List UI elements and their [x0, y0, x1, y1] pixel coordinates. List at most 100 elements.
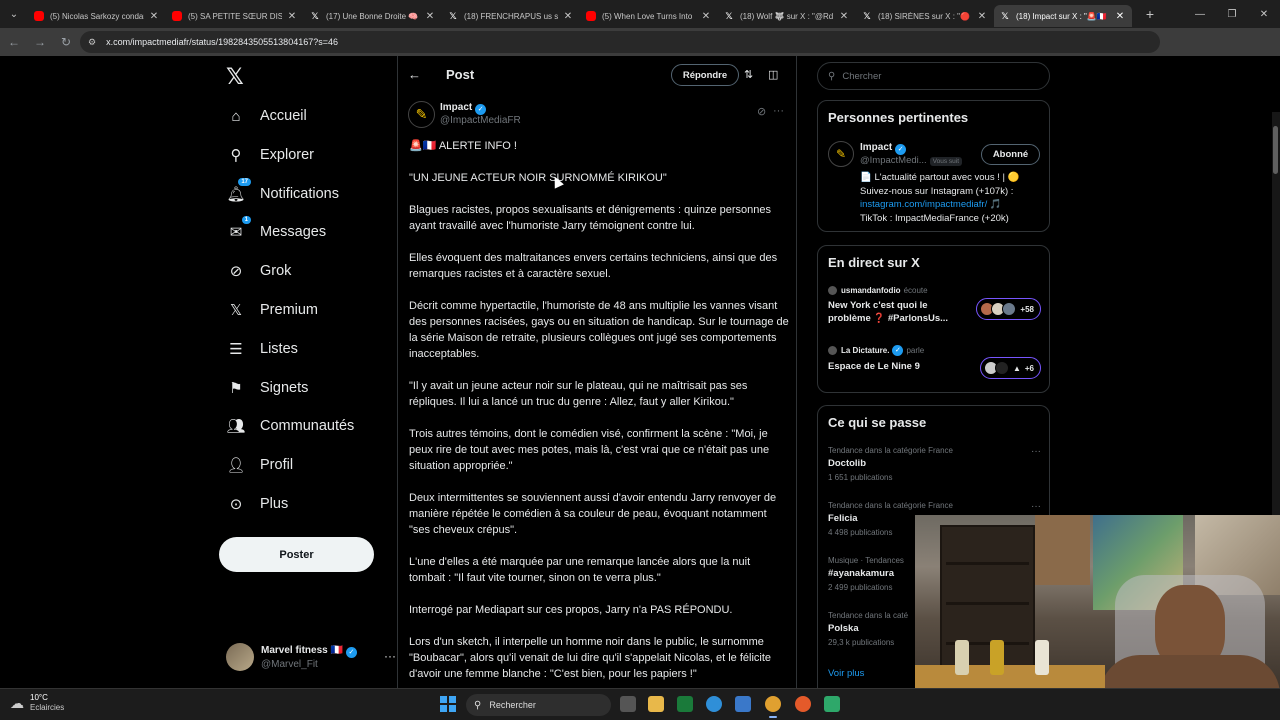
x-icon: 𝕏	[1001, 10, 1009, 21]
windows-start-icon[interactable]	[440, 696, 456, 712]
reply-button[interactable]: Répondre	[671, 64, 739, 86]
author-name[interactable]: Impact ✓	[440, 102, 487, 115]
show-more-link[interactable]: Voir plus	[828, 668, 864, 679]
notification-badge: 17	[238, 178, 251, 186]
sidebar-item-profil[interactable]: 👤︎ Profil	[226, 450, 293, 480]
browser-tab[interactable]: 𝕏 (18) Wolf 🐺 sur X : "@Rd ✕	[718, 5, 856, 27]
restore-icon[interactable]: ❐	[1216, 0, 1248, 28]
browser-tab[interactable]: (5) When Love Turns Into ✕	[580, 5, 718, 27]
file-explorer-icon[interactable]	[648, 696, 664, 712]
close-icon[interactable]: ✕	[1114, 11, 1126, 22]
browser-tab[interactable]: 𝕏 (18) SIRÈNES sur X : "🔴 ✕	[856, 5, 994, 27]
url-bar[interactable]: ⚙ x.com/impactmediafr/status/19828435055…	[80, 31, 1160, 53]
post-paragraph: 🚨🇫🇷 ALERTE INFO !	[409, 140, 517, 152]
close-icon[interactable]: ✕	[562, 11, 574, 22]
sidebar-item-accueil[interactable]: ⌂ Accueil	[226, 101, 306, 131]
x-logo-icon[interactable]: 𝕏	[226, 64, 244, 90]
site-info-icon[interactable]: ⚙	[88, 37, 96, 48]
post-button[interactable]: Poster	[219, 537, 374, 572]
store-icon[interactable]	[735, 696, 751, 712]
close-icon[interactable]: ✕	[424, 11, 436, 22]
reload-icon[interactable]: ↻	[54, 30, 78, 54]
browser-tab[interactable]: 𝕏 (17) Une Bonne Droite 🧠 ✕	[304, 5, 442, 27]
live-space-item[interactable]: usmandanfodio écoute New York c'est quoi …	[828, 286, 1041, 326]
sidebar-item-messages[interactable]: ✉ 1 Messages	[226, 216, 326, 247]
webcam-overlay	[915, 515, 1280, 688]
firefox-icon[interactable]	[795, 696, 811, 712]
close-icon[interactable]: ✕	[148, 11, 160, 22]
listeners-pill[interactable]: ▲ +6	[979, 357, 1041, 379]
filter-icon[interactable]: ⇅	[744, 68, 753, 81]
person-icon: 👤︎	[226, 457, 246, 474]
browser-tab[interactable]: (5) Nicolas Sarkozy condamné✕	[28, 5, 166, 27]
post-text: 🚨🇫🇷 ALERTE INFO ! "UN JEUNE ACTEUR NOIR …	[409, 138, 789, 688]
more-circle-icon: ⊙	[229, 496, 243, 513]
new-tab-button[interactable]: +	[1138, 6, 1162, 22]
grok-icon[interactable]: ⊘	[757, 105, 766, 118]
address-bar-row: ← → ↻ ⚙ x.com/impactmediafr/status/19828…	[0, 28, 1280, 77]
search-input[interactable]: ⚲ Chercher	[817, 62, 1050, 90]
more-options-icon[interactable]: ···	[773, 105, 784, 117]
back-arrow-icon[interactable]: ←	[408, 67, 421, 82]
browser-tab-active[interactable]: 𝕏 (18) Impact sur X : "🚨🇫🇷 ✕	[994, 5, 1132, 27]
sidebar-item-explorer[interactable]: ⚲ Explorer	[226, 140, 315, 170]
sidebar-item-premium[interactable]: 𝕏 Premium	[226, 295, 318, 325]
listeners-pill[interactable]: +58	[976, 298, 1041, 320]
minimize-icon[interactable]: —	[1184, 0, 1216, 28]
author-handle[interactable]: @ImpactMediaFR	[440, 115, 521, 126]
trend-more-icon[interactable]: ···	[1031, 446, 1041, 457]
more-options-icon[interactable]: ···	[384, 649, 396, 663]
trend-more-icon[interactable]: ···	[1031, 501, 1041, 512]
partly-cloudy-icon: ☁	[10, 694, 24, 711]
browser-tab[interactable]: 𝕏(18) FRENCHRAPUS us sur X✕	[442, 5, 580, 27]
instagram-link[interactable]: instagram.com/impactmediafr/	[860, 199, 987, 210]
weather-widget[interactable]: ☁ 10°C Eclaircies	[10, 693, 64, 713]
host-avatar	[828, 286, 837, 295]
reader-view-icon[interactable]: ◫	[768, 68, 778, 81]
post-author[interactable]: ✎ Impact ✓ @ImpactMediaFR ⊘ ···	[408, 101, 788, 131]
taskbar-search-input[interactable]: ⚲ Rechercher	[466, 694, 611, 716]
relevant-name[interactable]: Impact ✓	[860, 142, 907, 155]
scrollbar-thumb[interactable]	[1273, 126, 1278, 174]
forward-icon[interactable]: →	[28, 30, 52, 54]
sidebar-item-listes[interactable]: ☰ Listes	[226, 334, 298, 364]
x-icon: 𝕏	[725, 10, 733, 21]
sidebar-item-signets[interactable]: ⚑ Signets	[226, 373, 308, 403]
app-icon[interactable]	[824, 696, 840, 712]
account-name: Marvel fitness 🇫🇷 ✓	[261, 644, 357, 658]
close-icon[interactable]: ✕	[838, 11, 850, 22]
close-icon[interactable]: ✕	[976, 11, 988, 22]
card-title: En direct sur X	[828, 255, 920, 270]
browser-tab[interactable]: (5) SA PETITE SŒUR DISPARAIT✕	[166, 5, 304, 27]
mail-icon: ✉ 1	[226, 216, 251, 242]
sidebar-item-grok[interactable]: ⊘ Grok	[226, 256, 292, 286]
close-window-icon[interactable]: ✕	[1248, 0, 1280, 28]
close-icon[interactable]: ✕	[286, 11, 298, 22]
task-view-icon[interactable]	[620, 696, 636, 712]
back-icon[interactable]: ←	[2, 30, 26, 54]
account-switcher[interactable]: Marvel fitness 🇫🇷 ✓ @Marvel_Fit ···	[226, 639, 396, 675]
verified-badge-icon: ✓	[892, 345, 904, 356]
author-avatar[interactable]: ✎	[408, 101, 435, 128]
trend-item[interactable]: Tendance dans la catégorie France Doctol…	[828, 446, 1041, 482]
xbox-icon[interactable]	[677, 696, 693, 712]
post-paragraph: Elles évoquent des maltraitances envers …	[409, 252, 778, 280]
relevant-bio: 📄 L'actualité partout avec vous ! | 🟡 Su…	[860, 172, 1020, 224]
sidebar-item-communautes[interactable]: 👥︎ Communautés	[226, 411, 354, 441]
close-icon[interactable]: ✕	[700, 11, 712, 22]
bell-icon: 🔔︎ 17	[226, 178, 251, 204]
chrome-icon[interactable]	[765, 696, 781, 718]
post-paragraph: Interrogé par Mediapart sur ces propos, …	[409, 604, 733, 616]
sidebar-item-plus[interactable]: ⊙ Plus	[226, 489, 289, 519]
relevant-handle[interactable]: @ImpactMedi... Vous suit	[860, 155, 963, 166]
listener-avatar	[994, 361, 1009, 375]
tab-search-chevron-icon[interactable]: ⌄	[0, 0, 28, 28]
edge-icon[interactable]	[706, 696, 722, 712]
search-icon: ⚲	[828, 70, 836, 82]
sidebar-item-notifications[interactable]: 🔔︎ 17 Notifications	[226, 178, 339, 209]
message-badge: 1	[241, 216, 251, 224]
relevant-avatar[interactable]: ✎	[828, 141, 854, 167]
live-space-item[interactable]: La Dictature. ✓ parle Espace de Le Nine 9 …	[828, 345, 1041, 385]
post-paragraph: "UN JEUNE ACTEUR NOIR SURNOMMÉ KIRIKOU"	[409, 172, 667, 184]
follow-button[interactable]: Abonné	[981, 144, 1040, 165]
